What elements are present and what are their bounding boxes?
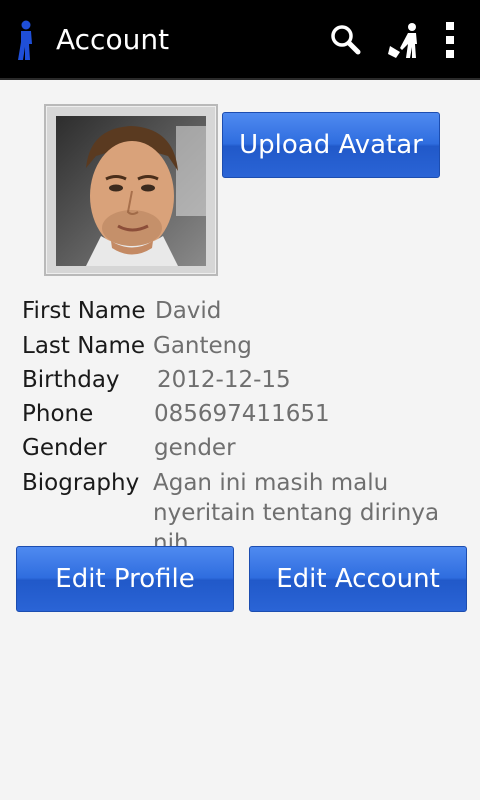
overflow-menu-icon[interactable]	[434, 20, 474, 60]
last-name-value: Ganteng	[153, 333, 252, 359]
upload-avatar-button[interactable]: Upload Avatar	[222, 112, 440, 178]
app-figure-icon[interactable]	[14, 20, 38, 62]
avatar-photo	[56, 116, 206, 266]
phone-label: Phone	[22, 401, 94, 427]
page-title: Account	[56, 23, 170, 56]
search-icon[interactable]	[326, 20, 366, 60]
avatar[interactable]	[44, 104, 218, 276]
phone-value: 085697411651	[154, 401, 330, 427]
gender-label: Gender	[22, 435, 107, 461]
birthday-label: Birthday	[22, 367, 120, 393]
person-cart-icon[interactable]	[386, 20, 426, 60]
biography-value: Agan ini masih malu nyeritain tentang di…	[153, 470, 440, 556]
action-bar: Account	[0, 0, 480, 80]
edit-profile-button[interactable]: Edit Profile	[16, 546, 234, 612]
last-name-label: Last Name	[22, 333, 146, 359]
gender-value: gender	[154, 435, 236, 461]
first-name-label: First Name	[22, 298, 146, 324]
biography-label: Biography	[22, 470, 140, 496]
edit-account-button[interactable]: Edit Account	[249, 546, 467, 612]
birthday-value: 2012-12-15	[157, 367, 291, 393]
first-name-value: David	[155, 298, 222, 324]
